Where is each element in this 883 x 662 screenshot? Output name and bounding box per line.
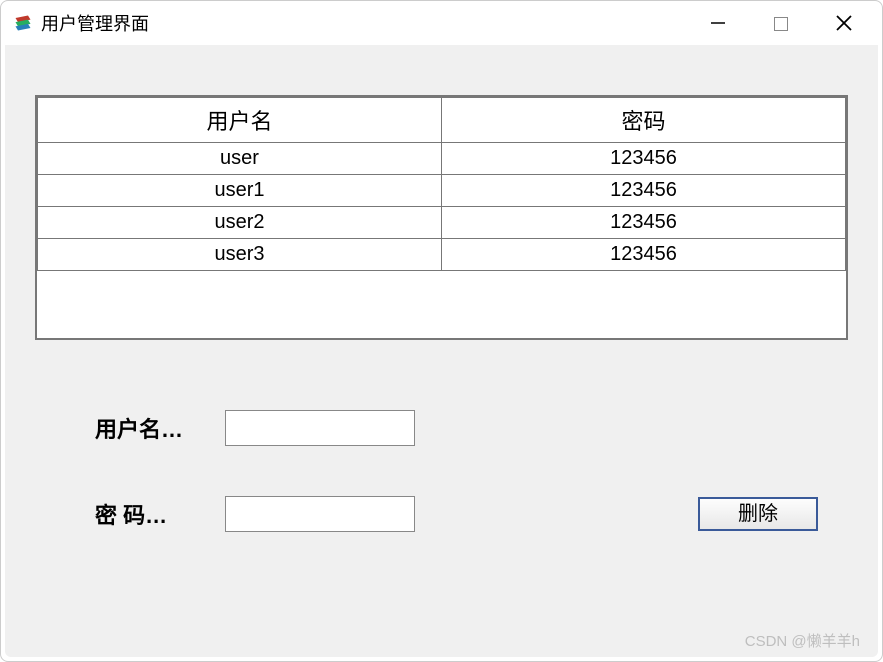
content-panel: 用户名 密码 user 123456 user1 123456 user2: [5, 45, 878, 657]
cell-username[interactable]: user: [38, 143, 442, 175]
cell-username[interactable]: user2: [38, 207, 442, 239]
table-row[interactable]: user 123456: [38, 143, 846, 175]
cell-password[interactable]: 123456: [442, 207, 846, 239]
table-row[interactable]: user2 123456: [38, 207, 846, 239]
app-window: 用户管理界面 用户名 密码 use: [0, 0, 883, 662]
window-title: 用户管理界面: [41, 10, 149, 36]
username-label: 用户名…: [95, 412, 225, 444]
watermark: CSDN @懒羊羊h: [745, 630, 860, 651]
cell-password[interactable]: 123456: [442, 239, 846, 271]
window-controls: [702, 7, 860, 39]
minimize-button[interactable]: [702, 7, 734, 39]
titlebar: 用户管理界面: [1, 1, 882, 45]
password-row: 密 码… 删除: [95, 496, 818, 532]
cell-username[interactable]: user1: [38, 175, 442, 207]
password-input[interactable]: [225, 496, 415, 532]
user-table-container: 用户名 密码 user 123456 user1 123456 user2: [35, 95, 848, 340]
app-icon: [13, 13, 33, 33]
table-header-row: 用户名 密码: [38, 98, 846, 143]
col-header-username[interactable]: 用户名: [38, 98, 442, 143]
delete-button[interactable]: 删除: [698, 497, 818, 531]
password-label: 密 码…: [95, 498, 225, 530]
cell-username[interactable]: user3: [38, 239, 442, 271]
cell-password[interactable]: 123456: [442, 143, 846, 175]
close-button[interactable]: [828, 7, 860, 39]
table-row[interactable]: user1 123456: [38, 175, 846, 207]
table-row[interactable]: user3 123456: [38, 239, 846, 271]
cell-password[interactable]: 123456: [442, 175, 846, 207]
form-area: 用户名… 密 码… 删除: [5, 410, 878, 532]
username-row: 用户名…: [95, 410, 818, 446]
username-input[interactable]: [225, 410, 415, 446]
user-table[interactable]: 用户名 密码 user 123456 user1 123456 user2: [37, 97, 846, 271]
maximize-button[interactable]: [774, 17, 788, 31]
col-header-password[interactable]: 密码: [442, 98, 846, 143]
